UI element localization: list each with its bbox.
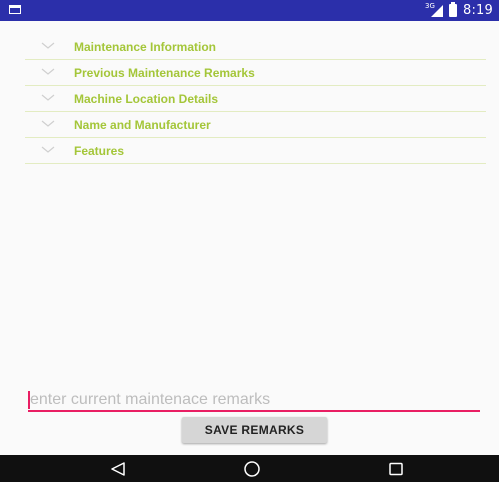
save-remarks-button[interactable]: SAVE REMARKS	[182, 417, 327, 443]
accordion-item-label: Features	[74, 144, 125, 158]
recents-square-icon	[389, 462, 403, 475]
remarks-input[interactable]	[30, 390, 478, 410]
home-button[interactable]	[222, 455, 282, 482]
accordion-item-label: Name and Manufacturer	[74, 118, 211, 132]
home-circle-icon	[244, 460, 260, 477]
signal-icon: 3G	[425, 2, 443, 17]
accordion-item-maintenance-information[interactable]: Maintenance Information	[25, 34, 486, 60]
remarks-field	[28, 390, 480, 412]
chevron-down-icon	[41, 146, 55, 153]
accordion-item-label: Previous Maintenance Remarks	[74, 66, 255, 80]
accordion-item-label: Machine Location Details	[74, 92, 219, 106]
chevron-down-icon	[41, 68, 55, 75]
status-bar: 3G 8:19	[0, 0, 499, 21]
battery-icon	[449, 2, 457, 17]
back-triangle-icon	[111, 461, 125, 476]
chevron-down-icon	[41, 42, 55, 49]
status-time: 8:19	[463, 3, 493, 18]
back-button[interactable]	[88, 455, 148, 482]
details-accordion: Maintenance Information Previous Mainten…	[25, 34, 486, 164]
notification-icon	[9, 5, 21, 14]
accordion-item-machine-location-details[interactable]: Machine Location Details	[25, 86, 486, 112]
recents-button[interactable]	[366, 455, 426, 482]
accordion-item-name-and-manufacturer[interactable]: Name and Manufacturer	[25, 112, 486, 138]
accordion-item-features[interactable]: Features	[25, 138, 486, 164]
app-screen: 3G 8:19 Maintenance Information Previous…	[0, 0, 499, 482]
accordion-item-label: Maintenance Information	[74, 40, 217, 54]
status-right-group: 3G 8:19	[425, 2, 493, 19]
chevron-down-icon	[41, 120, 55, 127]
chevron-down-icon	[41, 94, 55, 101]
system-nav-bar	[0, 455, 499, 482]
accordion-item-previous-maintenance-remarks[interactable]: Previous Maintenance Remarks	[25, 60, 486, 86]
